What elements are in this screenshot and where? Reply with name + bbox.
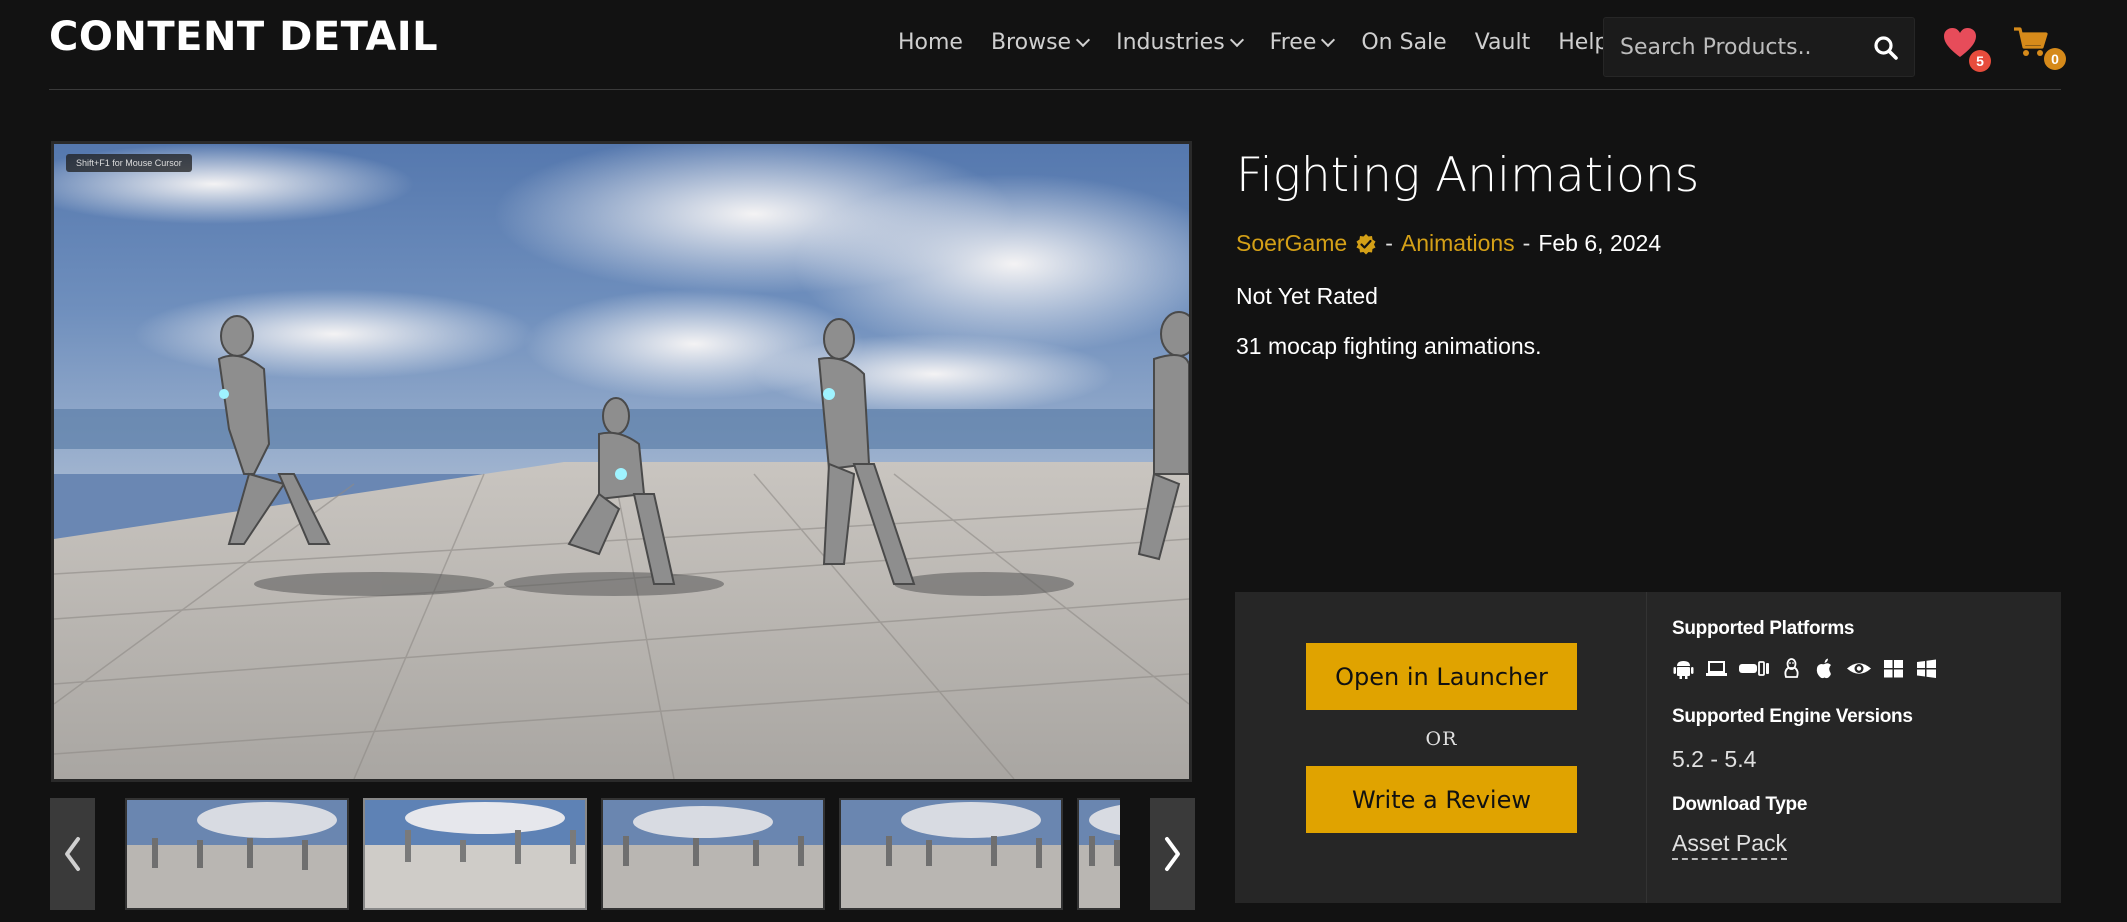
- linux-icon: [1780, 657, 1803, 680]
- nav-label: Help: [1558, 30, 1609, 55]
- thumbnail[interactable]: [601, 798, 825, 910]
- windows-icon: [1882, 657, 1905, 680]
- nav-label: Free: [1269, 30, 1317, 55]
- eye-icon: [1846, 657, 1872, 680]
- header-divider: [49, 89, 2061, 90]
- nav-on-sale[interactable]: On Sale: [1361, 30, 1446, 55]
- product-title: Fighting Animations: [1236, 148, 1700, 203]
- nav-home[interactable]: Home: [898, 30, 963, 55]
- product-meta: SoerGame - Animations - Feb 6, 2024: [1236, 230, 1661, 257]
- or-divider-text: OR: [1425, 728, 1458, 750]
- engine-versions-label: Supported Engine Versions: [1672, 706, 1913, 727]
- open-in-launcher-button[interactable]: Open in Launcher: [1306, 643, 1577, 710]
- chevron-down-icon: [1229, 32, 1244, 47]
- nav-browse[interactable]: Browse: [990, 30, 1091, 55]
- thumbnail[interactable]: [1077, 798, 1120, 910]
- vr-headset-icon: [1738, 657, 1770, 680]
- main-preview-image[interactable]: Shift+F1 for Mouse Cursor: [51, 141, 1192, 782]
- thumbnail-next-button[interactable]: [1150, 798, 1195, 910]
- nav-label: On Sale: [1361, 30, 1447, 55]
- nav-label: Industries: [1116, 30, 1225, 55]
- platform-icons: [1672, 657, 1938, 680]
- chevron-left-icon: [65, 837, 80, 871]
- short-description: 31 mocap fighting animations.: [1236, 333, 1542, 359]
- chevron-down-icon: [1321, 32, 1336, 47]
- chevron-down-icon: [1076, 32, 1091, 47]
- fighting-scene-image: [54, 144, 1189, 779]
- write-review-button[interactable]: Write a Review: [1306, 766, 1577, 833]
- windows-alt-icon: [1915, 657, 1938, 680]
- search-box: [1603, 17, 1915, 77]
- apple-icon: [1813, 657, 1836, 680]
- thumbnail-image: [127, 800, 347, 908]
- cart-count-badge: 0: [2044, 48, 2066, 70]
- thumbnail-prev-button[interactable]: [50, 798, 95, 910]
- category-link[interactable]: Animations: [1401, 230, 1515, 257]
- platforms-label: Supported Platforms: [1672, 618, 1855, 639]
- nav-help[interactable]: Help: [1558, 30, 1608, 55]
- search-input[interactable]: [1620, 30, 1860, 64]
- verified-badge-icon: [1356, 233, 1376, 254]
- thumbnail[interactable]: [839, 798, 1063, 910]
- rating-status: Not Yet Rated: [1236, 283, 1378, 309]
- cursor-hint: Shift+F1 for Mouse Cursor: [66, 154, 192, 172]
- nav-label: Browse: [990, 30, 1072, 55]
- thumbnail-active[interactable]: [363, 798, 587, 910]
- header: CONTENT DETAIL Home Browse Industries Fr…: [0, 0, 2127, 90]
- engine-versions-value: 5.2 - 5.4: [1672, 746, 1757, 772]
- thumbnail-strip: [125, 798, 1120, 910]
- download-type-value[interactable]: Asset Pack: [1672, 830, 1788, 860]
- meta-separator: -: [1522, 230, 1531, 256]
- laptop-icon: [1705, 657, 1728, 680]
- thumbnail-image: [1079, 800, 1120, 908]
- panel-divider: [1646, 592, 1647, 903]
- thumbnail-image: [603, 800, 823, 908]
- purchase-panel: Open in Launcher OR Write a Review Suppo…: [1235, 592, 2061, 903]
- nav-label: Vault: [1474, 30, 1531, 55]
- main-nav: Home Browse Industries Free On Sale Vaul…: [898, 30, 1636, 55]
- page-title: CONTENT DETAIL: [49, 14, 439, 60]
- asset-pack-link[interactable]: Asset Pack: [1672, 830, 1788, 860]
- nav-free[interactable]: Free: [1269, 30, 1336, 55]
- nav-label: Home: [898, 30, 963, 55]
- release-date: Feb 6, 2024: [1538, 230, 1662, 256]
- meta-separator: -: [1385, 230, 1393, 256]
- thumbnail-image: [365, 800, 585, 908]
- nav-vault[interactable]: Vault: [1475, 30, 1531, 55]
- chevron-right-icon: [1165, 837, 1180, 871]
- cart-icon[interactable]: [2012, 25, 2048, 59]
- nav-industries[interactable]: Industries: [1116, 30, 1244, 55]
- search-icon[interactable]: [1872, 34, 1900, 62]
- wishlist-count-badge: 5: [1969, 50, 1991, 72]
- android-icon: [1672, 657, 1695, 680]
- thumbnail-image: [841, 800, 1061, 908]
- download-type-label: Download Type: [1672, 794, 1808, 815]
- thumbnail[interactable]: [125, 798, 349, 910]
- seller-link[interactable]: SoerGame: [1236, 230, 1347, 257]
